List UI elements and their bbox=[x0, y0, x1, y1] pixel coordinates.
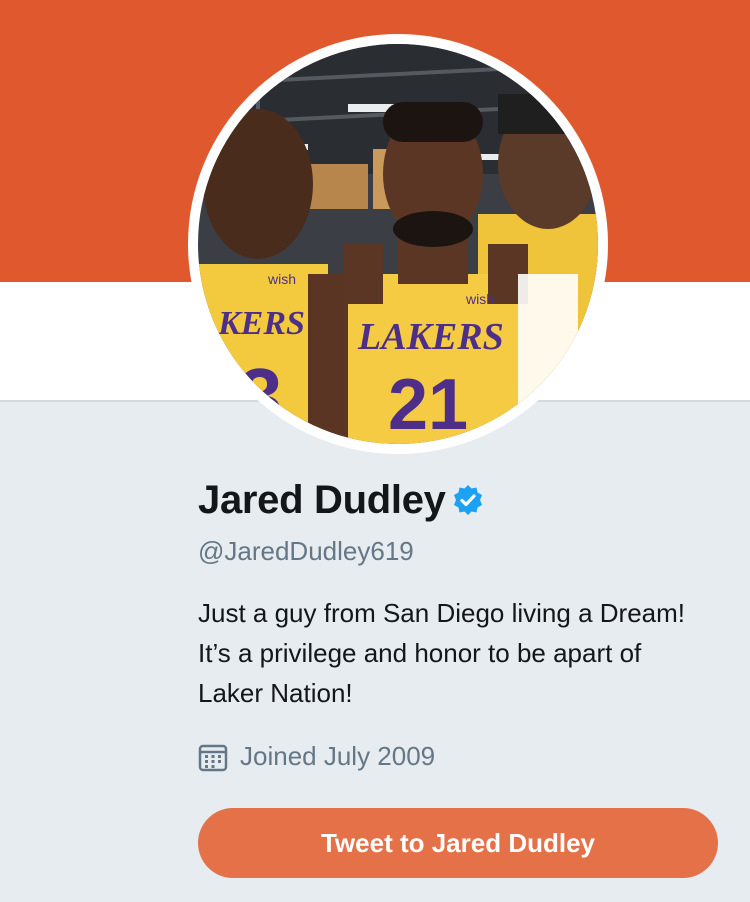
avatar-image: KERS 3 wish LAKERS 21 wish bbox=[198, 44, 598, 444]
tweet-to-button[interactable]: Tweet to Jared Dudley bbox=[198, 808, 718, 878]
avatar-photo: KERS 3 wish LAKERS 21 wish bbox=[198, 44, 598, 444]
svg-text:LAKERS: LAKERS bbox=[357, 316, 504, 358]
joined-date: Joined July 2009 bbox=[240, 741, 436, 771]
profile-bio: Just a guy from San Diego living a Dream… bbox=[198, 598, 685, 708]
profile-name: Jared Dudley bbox=[198, 477, 446, 522]
svg-text:21: 21 bbox=[388, 365, 468, 444]
avatar[interactable]: KERS 3 wish LAKERS 21 wish bbox=[188, 34, 608, 454]
joined-date-row: Joined July 2009 bbox=[198, 741, 718, 772]
profile-handle[interactable]: @JaredDudley619 bbox=[198, 536, 718, 567]
svg-text:wish: wish bbox=[267, 271, 296, 287]
name-row: Jared Dudley bbox=[198, 470, 718, 530]
svg-text:KERS: KERS bbox=[217, 305, 305, 342]
verified-badge-icon bbox=[452, 484, 484, 516]
calendar-icon bbox=[198, 742, 228, 772]
profile-card: Jared Dudley @JaredDudley619 Just a guy … bbox=[198, 470, 718, 772]
svg-text:wish: wish bbox=[465, 291, 494, 307]
